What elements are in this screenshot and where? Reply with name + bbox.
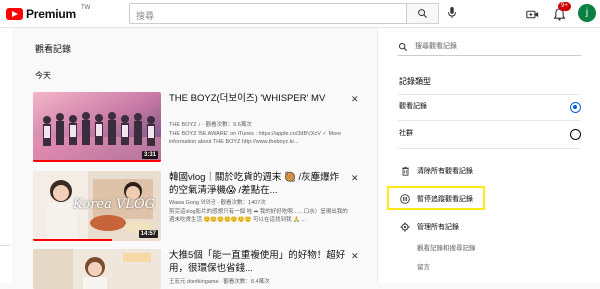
video-thumbnail[interactable]: 3:31 <box>33 92 161 162</box>
watch-progress-bar <box>33 160 161 162</box>
left-divider <box>0 245 10 246</box>
date-section-header: 今天 <box>35 71 51 80</box>
thumbnail-text: Korea VLOG <box>73 197 156 212</box>
search-icon <box>418 9 428 19</box>
history-type-community[interactable]: 社群 <box>399 128 581 142</box>
radio-unselected[interactable] <box>570 129 581 140</box>
video-description: THE BOYZ 'BE AWARE' on iTunes : https://… <box>169 131 342 145</box>
search-button[interactable] <box>407 3 439 24</box>
divider <box>398 120 580 121</box>
view-count: 觀看次數：9.6萬次 <box>205 122 252 128</box>
divider <box>398 148 580 149</box>
clear-history-label: 清除所有觀看記錄 <box>417 168 473 175</box>
history-type-title: 記錄類型 <box>399 77 431 86</box>
remove-from-history-button[interactable]: ✕ <box>351 94 359 105</box>
video-thumbnail[interactable]: Korea VLOG 14:57 <box>33 171 161 241</box>
history-video-item[interactable]: Korea VLOG 14:57 韓國vlog｜關於吃貨的週末 🥘 /灰塵爆炸的… <box>33 171 373 241</box>
page-title: 觀看記錄 <box>35 44 72 54</box>
view-count: 觀看次數：1407次 <box>220 200 266 206</box>
voice-search-button[interactable] <box>444 5 460 21</box>
history-search-placeholder: 搜尋觀看記錄 <box>415 43 457 50</box>
video-duration: 14:57 <box>138 230 158 238</box>
radio-selected[interactable] <box>570 102 581 113</box>
top-bar: Premium TW 搜尋 9+ j <box>0 0 600 28</box>
watch-progress-bar <box>33 239 113 241</box>
video-title[interactable]: THE BOYZ(더보이즈) 'WHISPER' MV <box>169 93 345 106</box>
history-type-label: 社群 <box>399 130 413 137</box>
history-sidebar: 搜尋觀看記錄 記錄類型 觀看記錄 社群 清除所有觀看記錄 暫停追蹤觀看記錄 管理… <box>377 28 600 283</box>
manage-history-label: 管理所有記錄 <box>417 224 459 231</box>
history-type-watch[interactable]: 觀看記錄 <box>399 101 581 115</box>
remove-from-history-button[interactable]: ✕ <box>351 173 359 184</box>
channel-name[interactable]: 王宏元 dontkingame <box>169 279 219 285</box>
video-thumbnail[interactable] <box>33 249 161 289</box>
youtube-premium-logo[interactable]: Premium TW <box>6 5 90 22</box>
video-description: 剪完這vlog影片的感想只有一個 哇 ➡ 我的好好吃啊……口水）呈現出我的週末吃… <box>169 209 348 223</box>
account-avatar[interactable]: j <box>578 4 596 22</box>
gear-icon <box>400 222 410 232</box>
search-input[interactable]: 搜尋 <box>129 3 407 24</box>
region-code: TW <box>81 5 91 11</box>
video-channel-views: Wawa Gong 와와공 · 觀看次數：1407次 <box>169 200 266 206</box>
history-video-item[interactable]: 3:31 THE BOYZ(더보이즈) 'WHISPER' MV THE BOY… <box>33 92 373 162</box>
history-video-item[interactable]: 大推5個「能一直重複使用」的好物！超好用，很環保也省錢... 王宏元 dontk… <box>33 249 373 289</box>
comments-link[interactable]: 留言 <box>417 259 430 273</box>
create-button[interactable] <box>524 6 540 22</box>
video-channel-views: 王宏元 dontkingame · 觀看次數：8.4萬次 <box>169 279 270 285</box>
watch-and-search-history-link[interactable]: 觀看記錄和搜尋記錄 <box>417 240 476 254</box>
logo-text: Premium <box>26 7 76 21</box>
trash-icon <box>400 166 410 176</box>
youtube-play-icon <box>6 8 23 20</box>
history-type-label: 觀看記錄 <box>399 103 427 110</box>
microphone-icon <box>448 7 456 19</box>
video-channel-views: THE BOYZ ♪ · 觀看次數：9.6萬次 <box>169 122 252 128</box>
video-duration: 3:31 <box>141 151 158 159</box>
remove-from-history-button[interactable]: ✕ <box>351 251 359 262</box>
manage-history-button[interactable]: 管理所有記錄 <box>400 220 459 234</box>
divider <box>398 94 580 95</box>
history-search-input[interactable]: 搜尋觀看記錄 <box>398 42 581 56</box>
view-count: 觀看次數：8.4萬次 <box>223 279 270 285</box>
highlight-box <box>387 186 485 210</box>
video-title[interactable]: 韓國vlog｜關於吃貨的週末 🥘 /灰塵爆炸的空氣清淨機😱 /差點在... <box>169 172 345 197</box>
notification-count-badge: 9+ <box>558 2 571 11</box>
search-icon <box>398 42 408 52</box>
channel-name[interactable]: Wawa Gong 와와공 <box>169 200 216 206</box>
video-title[interactable]: 大推5個「能一直重複使用」的好物！超好用，很環保也省錢... <box>169 250 347 275</box>
channel-name[interactable]: THE BOYZ ♪ <box>169 122 201 128</box>
clear-history-button[interactable]: 清除所有觀看記錄 <box>400 164 473 178</box>
create-video-icon <box>525 10 538 18</box>
